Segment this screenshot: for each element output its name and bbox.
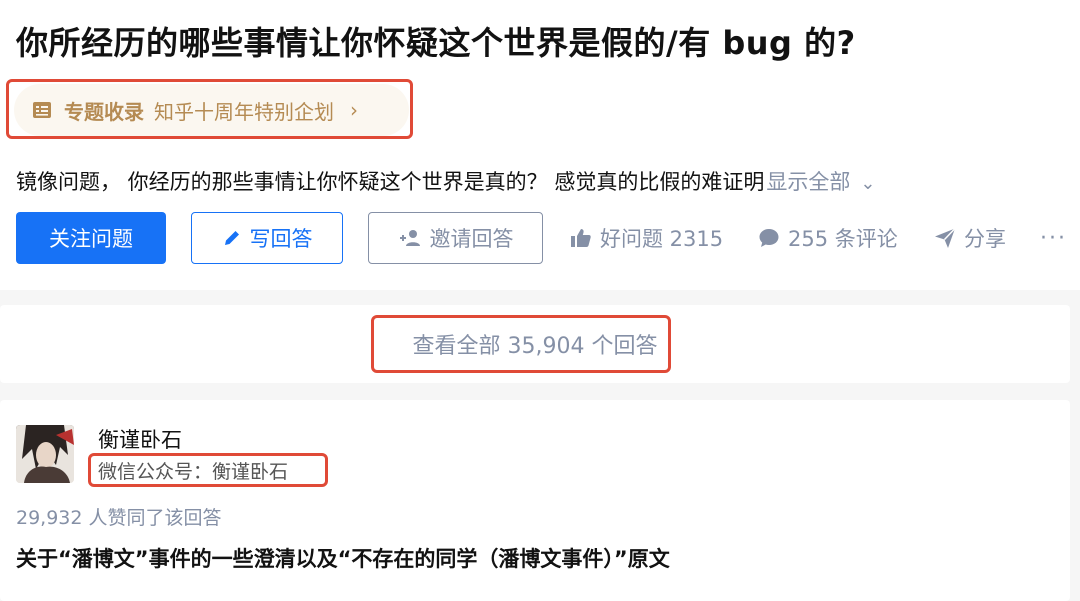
question-title: 你所经历的哪些事情让你怀疑这个世界是假的/有 bug 的? [16,24,856,62]
topic-tag-name: 知乎十周年特别企划 [154,99,334,124]
chevron-down-icon[interactable]: ⌄ [860,173,875,194]
topic-tag[interactable]: 专题收录 知乎十周年特别企划 › [14,84,409,136]
follow-question-label: 关注问题 [49,227,133,251]
paper-plane-icon [935,227,956,248]
avatar[interactable] [16,425,74,483]
excerpt-text: 镜像问题， 你经历的那些事情让你怀疑这个世界是真的？ 感觉真的比假的难证明 [16,170,765,194]
vote-count: 29,932 人赞同了该回答 [16,507,222,529]
good-question-label: 好问题 2315 [600,227,724,251]
add-user-icon [399,230,420,246]
pencil-icon [224,231,239,245]
chevron-right-icon: › [350,98,358,122]
thumbs-up-icon [571,229,591,247]
share-label: 分享 [964,227,1006,251]
answer-card: 衡谨卧石 微信公众号：衡谨卧石 29,932 人赞同了该回答 关于“潘博文”事件… [0,400,1070,601]
question-excerpt: 镜像问题， 你经历的那些事情让你怀疑这个世界是真的？ 感觉真的比假的难证明显示全… [16,166,875,196]
question-header: 你所经历的哪些事情让你怀疑这个世界是假的/有 bug 的? 专题收录 知乎十周年… [0,0,1080,290]
topic-list-icon [32,100,52,120]
view-all-answers-label: 查看全部 35,904 个回答 [412,334,658,359]
author-bio: 微信公众号：衡谨卧石 [98,461,289,483]
follow-question-button[interactable]: 关注问题 [16,212,166,264]
view-all-answers-bar[interactable]: 查看全部 35,904 个回答 [0,305,1070,383]
write-answer-button[interactable]: 写回答 [191,212,343,264]
invite-answer-button[interactable]: 邀请回答 [368,212,543,264]
share-button[interactable]: 分享 [934,212,1006,264]
show-all-link[interactable]: 显示全部 [766,170,850,194]
answer-title[interactable]: 关于“潘博文”事件的一些澄清以及“不存在的同学（潘博文事件）”原文 [16,543,670,573]
more-options-button[interactable]: ··· [1040,212,1067,264]
comments-label: 255 条评论 [788,227,898,251]
topic-tag-category: 专题收录 [64,99,144,124]
author-name[interactable]: 衡谨卧石 [98,424,182,454]
comment-icon [759,229,779,247]
good-question-button[interactable]: 好问题 2315 [570,212,723,264]
write-answer-label: 写回答 [249,227,313,251]
invite-answer-label: 邀请回答 [429,227,514,251]
comments-button[interactable]: 255 条评论 [758,212,898,264]
avatar-image [16,425,74,483]
